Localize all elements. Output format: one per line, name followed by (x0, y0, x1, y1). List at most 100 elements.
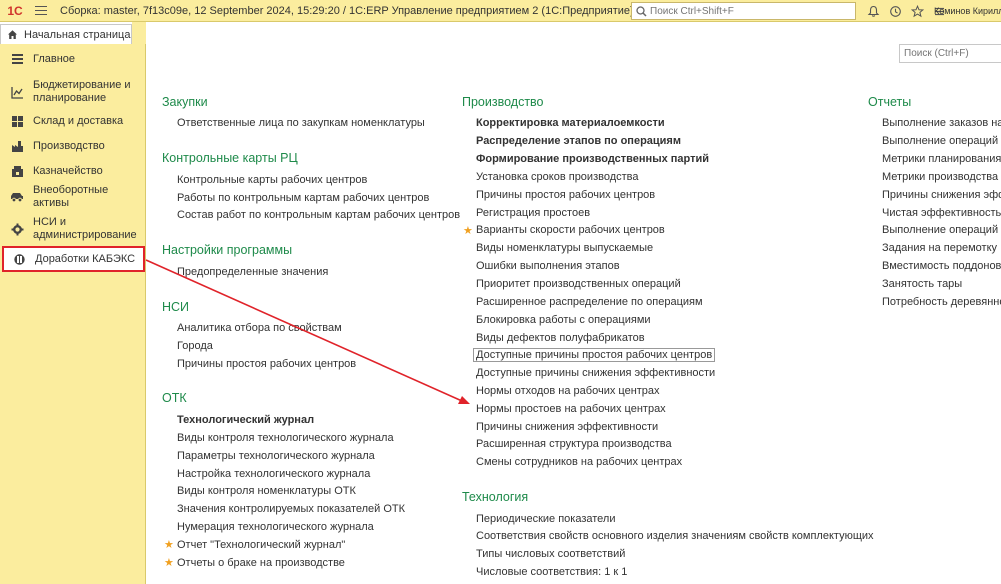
sidebar-item-label: Бюджетирование и планирование (33, 79, 131, 104)
nav-link[interactable]: Распределение этапов по операциям (476, 135, 681, 147)
nav-link[interactable]: Отчет "Технологический журнал" (177, 539, 345, 551)
nav-link[interactable]: Расширенная структура производства (476, 438, 672, 450)
sidebar-item-production[interactable]: Производство (0, 138, 146, 154)
nav-link[interactable]: Регистрация простоев (476, 207, 590, 219)
sidebar-item-budgeting[interactable]: Бюджетирование и планирование (0, 78, 146, 106)
sidebar-item-fixed-assets[interactable]: Внеоборотные активы (0, 184, 146, 209)
sidebar-item-label: Производство (33, 139, 105, 152)
hamburger-menu-icon[interactable] (30, 0, 52, 22)
sidebar-item-nsi-admin[interactable]: НСИ и администрирование (0, 215, 146, 243)
nav-link[interactable]: Задания на перемотку (882, 242, 997, 254)
sidebar-item-warehouse[interactable]: Склад и доставка (0, 113, 146, 129)
nav-link[interactable]: Вместимость поддонов п (882, 260, 1001, 272)
nav-link[interactable]: Числовые соответствия: 1 к 1 (476, 566, 627, 578)
nav-link[interactable]: Корректировка материалоемкости (476, 117, 665, 129)
nav-link[interactable]: Значения контролируемых показателей ОТК (177, 503, 405, 515)
warehouse-icon (10, 114, 24, 128)
nav-link[interactable]: Установка сроков производства (476, 171, 639, 183)
nav-link[interactable]: Нумерация технологического журнала (177, 521, 374, 533)
nav-link[interactable]: Расширенное распределение по операциям (476, 296, 703, 308)
nav-link[interactable]: Типы числовых соответствий (476, 548, 625, 560)
nav-link[interactable]: Выполнение операций пл (882, 135, 1001, 147)
global-search-input[interactable] (650, 5, 850, 17)
section-title: Закупки (162, 95, 208, 109)
nav-link[interactable]: Выполнение операций пе (882, 224, 1001, 236)
nav-link[interactable]: Виды дефектов полуфабрикатов (476, 332, 645, 344)
nav-link[interactable]: Метрики производства пл (882, 171, 1001, 183)
treasury-icon (10, 164, 24, 178)
section-title: НСИ (162, 300, 190, 314)
history-icon[interactable] (884, 0, 906, 22)
nav-link[interactable]: Приоритет производственных операций (476, 278, 681, 290)
nav-link[interactable]: Причины снижения эффективности (476, 421, 658, 433)
nav-link[interactable]: Ответственные лица по закупкам номенклат… (177, 117, 425, 129)
tab-home-page[interactable]: Начальная страница (0, 24, 132, 44)
user-name[interactable]: Коминов Кирилл А (934, 0, 1001, 22)
sidebar-item-main[interactable]: Главное (0, 51, 146, 67)
tab-home-label: Начальная страница (24, 28, 131, 41)
nav-link[interactable]: Предопределенные значения (177, 266, 328, 278)
car-icon (10, 190, 24, 204)
main-content: Закупки Ответственные лица по закупкам н… (147, 44, 1001, 584)
title-bar: 1С Сборка: master, 7f13c09e, 12 Septembe… (0, 0, 1001, 22)
nav-link[interactable]: Чистая эффективность вь (882, 207, 1001, 219)
nav-link[interactable]: Нормы простоев на рабочих центрах (476, 403, 666, 415)
nav-link[interactable]: Виды контроля номенклатуры ОТК (177, 485, 356, 497)
nav-link-focused[interactable]: Доступные причины простоя рабочих центро… (473, 348, 716, 362)
nav-link[interactable]: Занятость тары (882, 278, 962, 290)
list-icon (10, 52, 24, 66)
nav-link[interactable]: Виды номенклатуры выпускаемые (476, 242, 653, 254)
nav-link[interactable]: Ошибки выполнения этапов (476, 260, 620, 272)
bell-icon[interactable] (862, 0, 884, 22)
home-icon (8, 30, 17, 39)
sidebar-item-kabeks[interactable]: Доработки КАБЭКС (2, 246, 145, 272)
nav-link[interactable]: Аналитика отбора по свойствам (177, 322, 342, 334)
nav-link[interactable]: Метрики планирования оп (882, 153, 1001, 165)
favorite-star-icon[interactable]: ★ (463, 224, 473, 237)
sidebar-item-treasury[interactable]: Казначейство (0, 163, 146, 179)
nav-link[interactable]: Блокировка работы с операциями (476, 314, 651, 326)
nav-link[interactable]: Смены сотрудников на рабочих центрах (476, 456, 682, 468)
section-title: Контрольные карты РЦ (162, 151, 298, 165)
sidebar: Главное Бюджетирование и планирование Ск… (0, 44, 146, 584)
nav-link[interactable]: Настройка технологического журнала (177, 468, 370, 480)
sidebar-item-label: Главное (33, 52, 76, 65)
app-logo: 1С (7, 3, 23, 18)
nav-link[interactable]: Состав работ по контрольным картам рабоч… (177, 209, 460, 221)
nav-link[interactable]: Потребность деревянной (882, 296, 1001, 308)
gear-icon (10, 222, 24, 236)
nav-link[interactable]: Работы по контрольным картам рабочих цен… (177, 192, 429, 204)
section-search-input[interactable] (899, 44, 1001, 63)
chart-icon (10, 85, 24, 99)
sidebar-item-label: Внеоборотные активы (33, 184, 109, 209)
search-icon (636, 5, 647, 17)
sidebar-item-label: Склад и доставка (33, 114, 124, 127)
nav-link[interactable]: Технологический журнал (177, 414, 314, 426)
nav-link[interactable]: Виды контроля технологического журнала (177, 432, 394, 444)
global-search[interactable] (631, 2, 856, 20)
favorite-star-icon[interactable]: ★ (164, 556, 174, 569)
sidebar-item-label: Доработки КАБЭКС (35, 252, 136, 265)
nav-link[interactable]: Причины снижения эффе (882, 189, 1001, 201)
nav-link[interactable]: Формирование производственных партий (476, 153, 709, 165)
sidebar-item-label: НСИ и администрирование (33, 216, 137, 241)
nav-link[interactable]: Отчеты о браке на производстве (177, 557, 345, 569)
nav-link[interactable]: Выполнение заказов на р (882, 117, 1001, 129)
section-title: Технология (462, 490, 529, 504)
nav-link[interactable]: Периодические показатели (476, 513, 615, 525)
star-icon[interactable] (906, 0, 928, 22)
nav-link[interactable]: Варианты скорости рабочих центров (476, 224, 665, 236)
nav-link[interactable]: Доступные причины снижения эффективности (476, 367, 715, 379)
nav-link[interactable]: Соответствия свойств основного изделия з… (476, 530, 874, 542)
nav-link[interactable]: Контрольные карты рабочих центров (177, 174, 367, 186)
nav-link[interactable]: Города (177, 340, 213, 352)
nav-link[interactable]: Нормы отходов на рабочих центрах (476, 385, 660, 397)
nav-link[interactable]: Параметры технологического журнала (177, 450, 375, 462)
nav-link[interactable]: Причины простоя рабочих центров (177, 358, 356, 370)
factory-icon (10, 139, 24, 153)
nav-link[interactable]: Причины простоя рабочих центров (476, 189, 655, 201)
window-title: Сборка: master, 7f13c09e, 12 September 2… (60, 4, 634, 17)
favorite-star-icon[interactable]: ★ (164, 538, 174, 551)
modules-icon (12, 252, 26, 266)
sidebar-item-label: Казначейство (33, 164, 103, 177)
